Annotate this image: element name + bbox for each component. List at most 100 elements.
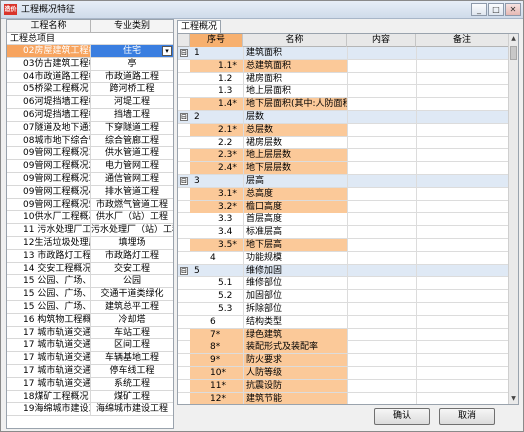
content-cell[interactable] bbox=[347, 328, 416, 341]
remark-cell[interactable] bbox=[416, 379, 509, 392]
remark-cell[interactable] bbox=[416, 226, 509, 239]
remark-cell[interactable] bbox=[416, 98, 509, 111]
project-list-item[interactable]: 04市政道路工程概 市政道路工程 bbox=[7, 70, 173, 84]
grid-row[interactable]: 3.3 首层高度 bbox=[178, 213, 509, 227]
project-list-item[interactable]: 03仿古建筑工程概 亭 bbox=[7, 57, 173, 71]
remark-cell[interactable] bbox=[416, 328, 509, 341]
content-cell[interactable] bbox=[347, 213, 416, 226]
project-list-item[interactable]: 18煤矿工程概况 煤矿工程 bbox=[7, 390, 173, 404]
remark-cell[interactable] bbox=[416, 315, 509, 328]
grid-row[interactable]: 3.4 标准层高 bbox=[178, 226, 509, 239]
remark-cell[interactable] bbox=[416, 341, 509, 354]
grid-row[interactable]: 8* 装配形式及装配率 bbox=[178, 341, 509, 355]
grid-row[interactable]: 1.2 裙房面积 bbox=[178, 72, 509, 86]
project-list-item[interactable]: 16 构筑物工程概况 冷却塔 bbox=[7, 313, 173, 327]
project-list-item[interactable]: 05桥梁工程概况 跨河桥工程 bbox=[7, 83, 173, 97]
project-list-item[interactable]: 17 城市轨道交通工 车辆基地工程 bbox=[7, 352, 173, 365]
content-cell[interactable] bbox=[347, 302, 416, 315]
collapse-icon[interactable]: ⊟ bbox=[180, 176, 188, 185]
grid-row[interactable]: 1.4* 地下层面积(其中:人防面积) bbox=[178, 98, 509, 111]
scroll-up-icon[interactable]: ▲ bbox=[509, 34, 518, 44]
grid-row[interactable]: 5.3 拆除部位 bbox=[178, 302, 509, 316]
scroll-down-icon[interactable]: ▼ bbox=[509, 394, 518, 404]
content-cell[interactable] bbox=[347, 98, 416, 111]
remark-cell[interactable] bbox=[416, 110, 509, 123]
grid-row[interactable]: 10* 人防等级 bbox=[178, 366, 509, 380]
maximize-button[interactable]: □ bbox=[488, 3, 504, 16]
collapse-icon[interactable]: ⊟ bbox=[180, 266, 188, 275]
project-list-item[interactable]: 06河堤挡墙工程概 挡墙工程 bbox=[7, 108, 173, 122]
header-content[interactable]: 内容 bbox=[347, 34, 416, 47]
content-cell[interactable] bbox=[347, 200, 416, 213]
project-list-item[interactable]: 17 城市轨道交通工 车站工程 bbox=[7, 326, 173, 340]
remark-cell[interactable] bbox=[416, 149, 509, 162]
content-cell[interactable] bbox=[347, 47, 416, 59]
grid-row[interactable]: 2.1* 总层数 bbox=[178, 123, 509, 137]
remark-cell[interactable] bbox=[416, 187, 509, 200]
content-cell[interactable] bbox=[347, 392, 416, 404]
project-list-item[interactable]: 17 城市轨道交通工 系统工程 bbox=[7, 377, 173, 391]
remark-cell[interactable] bbox=[416, 302, 509, 315]
content-cell[interactable] bbox=[347, 226, 416, 239]
project-list-item[interactable]: 09管网工程概况2 电力管网工程 bbox=[7, 160, 173, 173]
grid-row[interactable]: 3.2* 檐口高度 bbox=[178, 200, 509, 214]
project-list-item[interactable]: 09管网工程概况3 通信管网工程 bbox=[7, 172, 173, 186]
remark-cell[interactable] bbox=[416, 354, 509, 367]
category-dropdown-icon[interactable]: ▾ bbox=[162, 46, 172, 56]
grid-row[interactable]: 11* 抗震设防 bbox=[178, 379, 509, 393]
remark-cell[interactable] bbox=[416, 238, 509, 251]
content-cell[interactable] bbox=[347, 264, 416, 277]
grid-row[interactable]: 3.1* 总高度 bbox=[178, 187, 509, 201]
grid-row[interactable]: 9* 防火要求 bbox=[178, 354, 509, 367]
project-list-item[interactable]: 07隧道及地下通道 下穿隧道工程 bbox=[7, 121, 173, 135]
content-cell[interactable] bbox=[347, 354, 416, 367]
grid-row[interactable]: 2.3* 地上层层数 bbox=[178, 149, 509, 163]
grid-row[interactable]: ⊟ 1 建筑面积 bbox=[178, 47, 509, 60]
content-cell[interactable] bbox=[347, 110, 416, 123]
project-list-item[interactable]: 11 污水处理厂工程污水处理厂（站）工程 bbox=[7, 224, 173, 237]
header-name[interactable]: 名称 bbox=[243, 34, 347, 47]
content-cell[interactable] bbox=[347, 251, 416, 264]
content-cell[interactable] bbox=[347, 238, 416, 251]
grid-row[interactable]: ⊟ 5 维修加固 bbox=[178, 264, 509, 278]
content-cell[interactable] bbox=[347, 379, 416, 392]
grid-row[interactable]: 1.1* 总建筑面积 bbox=[178, 59, 509, 73]
project-list-item[interactable]: 10供水厂工程概况 供水厂（站）工程 bbox=[7, 211, 173, 225]
remark-cell[interactable] bbox=[416, 47, 509, 59]
grid-row[interactable]: 1.3 地上层面积 bbox=[178, 85, 509, 99]
remark-cell[interactable] bbox=[416, 213, 509, 226]
grid-vertical-scrollbar[interactable]: ▲ ▼ bbox=[508, 34, 518, 404]
remark-cell[interactable] bbox=[416, 251, 509, 264]
header-project-name[interactable]: 工程名称 bbox=[7, 20, 91, 33]
grid-row[interactable]: 7* 绿色建筑 bbox=[178, 328, 509, 342]
content-cell[interactable] bbox=[347, 149, 416, 162]
content-cell[interactable] bbox=[347, 123, 416, 136]
content-cell[interactable] bbox=[347, 136, 416, 149]
scroll-thumb[interactable] bbox=[510, 46, 517, 60]
grid-row[interactable]: ⊟ 3 层高 bbox=[178, 174, 509, 188]
project-list-item[interactable]: 09管网工程概况4 排水管道工程 bbox=[7, 185, 173, 199]
grid-row[interactable]: 2.4* 地下层层数 bbox=[178, 162, 509, 175]
category-cell[interactable]: 住宅 bbox=[91, 45, 173, 57]
project-list-item[interactable]: 08城市地下综合管 综合管廊工程 bbox=[7, 134, 173, 148]
content-cell[interactable] bbox=[347, 277, 416, 290]
remark-cell[interactable] bbox=[416, 162, 509, 175]
title-bar[interactable]: 造价 工程概况特征 _ □ ✕ bbox=[1, 1, 523, 19]
grid-row[interactable]: 2.2 裙房层数 bbox=[178, 136, 509, 150]
cancel-button[interactable]: 取消 bbox=[439, 408, 495, 425]
project-list-item[interactable]: 09管网工程概况5 市政燃气管道工程 bbox=[7, 198, 173, 212]
project-list-item[interactable]: 17 城市轨道交通工 停车线工程 bbox=[7, 364, 173, 378]
grid-row[interactable]: 5.2 加固部位 bbox=[178, 290, 509, 303]
grid-row[interactable]: 3.5* 地下层高 bbox=[178, 238, 509, 252]
remark-cell[interactable] bbox=[416, 392, 509, 404]
confirm-button[interactable]: 确认 bbox=[374, 408, 430, 425]
content-cell[interactable] bbox=[347, 162, 416, 175]
tab-project-overview[interactable]: 工程概况 bbox=[177, 20, 221, 34]
project-list-item[interactable]: 19海绵城市建设工 海绵城市建设工程 bbox=[7, 403, 173, 417]
close-button[interactable]: ✕ bbox=[505, 3, 521, 16]
content-cell[interactable] bbox=[347, 174, 416, 187]
minimize-button[interactable]: _ bbox=[471, 3, 487, 16]
grid-row[interactable]: 4 功能规模 bbox=[178, 251, 509, 265]
content-cell[interactable] bbox=[347, 290, 416, 303]
header-seq[interactable]: 序号 bbox=[190, 34, 243, 47]
